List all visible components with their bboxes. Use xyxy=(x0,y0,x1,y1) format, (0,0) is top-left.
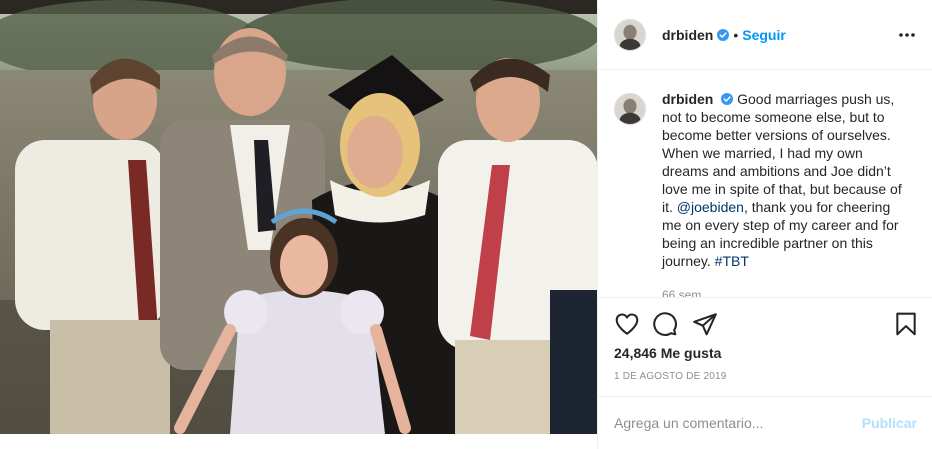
comment-input[interactable] xyxy=(614,415,862,431)
action-bar xyxy=(614,311,919,339)
caption-username[interactable]: drbiden xyxy=(662,91,713,107)
post-header: drbiden • Seguir xyxy=(598,0,932,70)
caption-text: drbiden Good marriages push us, not to b… xyxy=(662,90,907,270)
caption-time-ago[interactable]: 66 sem xyxy=(662,288,701,297)
comment-bar: Publicar xyxy=(598,396,932,449)
follow-button[interactable]: Seguir xyxy=(742,27,786,43)
comment-icon[interactable] xyxy=(652,311,678,337)
avatar[interactable] xyxy=(614,18,646,51)
more-options-icon[interactable] xyxy=(897,25,917,45)
header-username[interactable]: drbiden xyxy=(662,27,713,43)
family-photo-image xyxy=(0,0,597,434)
caption-row: drbiden Good marriages push us, not to b… xyxy=(614,90,924,270)
header-separator: • xyxy=(733,26,739,43)
heart-icon[interactable] xyxy=(614,311,640,337)
caption-avatar-image xyxy=(615,94,645,124)
post-photo[interactable] xyxy=(0,0,597,434)
share-icon[interactable] xyxy=(692,311,718,337)
mention-link[interactable]: @joebiden xyxy=(677,199,744,215)
avatar-image xyxy=(615,19,645,50)
caption-section: drbiden Good marriages push us, not to b… xyxy=(598,70,932,298)
caption-avatar[interactable] xyxy=(614,93,646,125)
hashtag-link[interactable]: #TBT xyxy=(715,253,749,269)
caption-verified-badge-icon xyxy=(721,93,734,105)
likes-count[interactable]: 24,846 Me gusta xyxy=(614,345,721,361)
verified-badge-icon xyxy=(717,28,730,41)
post-comment-button[interactable]: Publicar xyxy=(862,415,917,431)
bookmark-icon[interactable] xyxy=(893,311,919,337)
post-date[interactable]: 1 DE AGOSTO DE 2019 xyxy=(614,371,727,382)
photo-bottom-strip xyxy=(0,434,597,449)
post-side-panel: drbiden • Seguir drbiden Good marriages … xyxy=(597,0,932,449)
caption-body-1: Good marriages push us, not to become so… xyxy=(662,91,902,215)
